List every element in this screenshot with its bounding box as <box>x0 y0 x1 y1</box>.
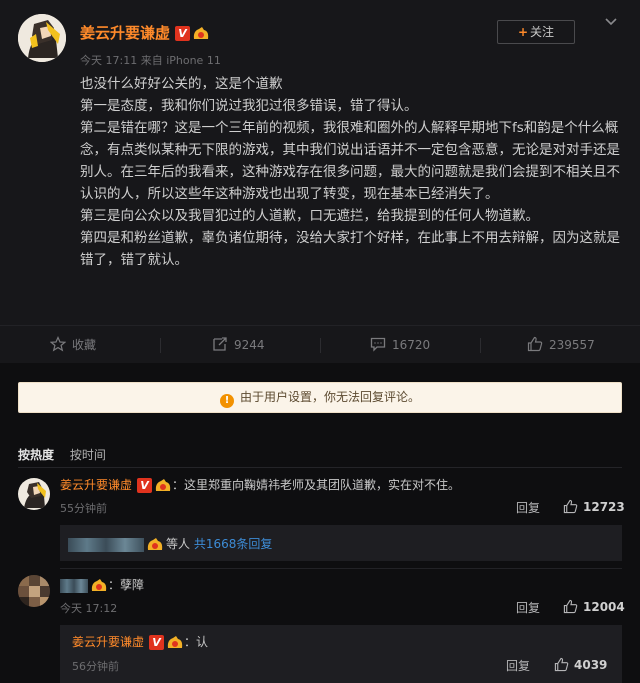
favorite-button[interactable]: 收藏 <box>49 326 97 364</box>
divider <box>18 467 622 468</box>
chevron-down-icon[interactable] <box>604 14 618 28</box>
comment-text: ：这里郑重向鞠婧祎老师及其团队道歉，实在对不住。 <box>172 478 461 492</box>
reply-text: ：认 <box>184 635 209 649</box>
notice-text: 由于用户设置，你无法回复评论。 <box>239 390 420 404</box>
view-replies-link[interactable]: 共1668条回复 <box>194 537 273 551</box>
thumbs-up-icon <box>554 657 569 672</box>
comment-count: 16720 <box>392 338 431 352</box>
reply-time: 56分钟前 <box>72 660 119 673</box>
fan-medal-icon <box>91 579 107 591</box>
comment-like-button[interactable]: 12004 <box>563 599 625 614</box>
comment-like-button[interactable]: 12723 <box>563 499 625 514</box>
fan-medal-icon <box>155 479 171 491</box>
comment-time: 55分钟前 <box>60 502 107 515</box>
plus-icon: + <box>517 25 529 39</box>
comment-like-count: 12004 <box>583 600 625 614</box>
divider <box>480 338 481 353</box>
reply-button[interactable]: 回复 <box>506 657 530 674</box>
repost-icon <box>213 337 227 351</box>
reply-summary-text: 等人 共1668条回复 <box>68 535 272 552</box>
comment-sort-tabs: 按热度 按时间 <box>18 446 118 463</box>
others-label: 等人 <box>166 537 191 551</box>
star-icon <box>49 336 67 352</box>
comment-like-count: 12723 <box>583 500 625 514</box>
author-name-text[interactable]: 姜云升要谦虚 <box>80 24 170 42</box>
post-paragraph: 第一是态度，我和你们说过我犯过很多错误，错了得认。 <box>80 98 418 114</box>
comment-body: 姜云升要谦虚 V ：这里郑重向鞠婧祎老师及其团队道歉，实在对不住。 <box>60 476 460 493</box>
post-paragraph: 也没什么好好公关的，这是个道歉 <box>80 76 283 92</box>
author-avatar[interactable] <box>18 14 66 62</box>
fan-medal-icon <box>167 636 183 648</box>
commenter-avatar[interactable] <box>18 478 50 510</box>
post-paragraph: 第二是错在哪？这是一个三年前的视频，我很难和圈外的人解释早期地下fs和韵是个什么… <box>80 120 620 202</box>
post-paragraph: 第四是和粉丝道歉，辜负诸位期待，没给大家打个好样，在此事上不用去辩解，因为这就是… <box>80 230 620 268</box>
divider <box>320 338 321 353</box>
reply-like-button[interactable]: 4039 <box>554 657 607 672</box>
follow-label: 关注 <box>530 25 555 39</box>
thumbs-up-icon <box>563 499 578 514</box>
like-button[interactable]: 239557 <box>527 326 595 364</box>
post-action-bar: 收藏 9244 16720 239557 <box>0 325 640 363</box>
divider <box>160 338 161 353</box>
post-paragraph: 第三是向公众以及我冒犯过的人道歉，口无遮拦，给我提到的任何人物道歉。 <box>80 208 539 224</box>
replier-name[interactable]: 姜云升要谦虚 <box>72 635 144 649</box>
reply-like-count: 4039 <box>574 658 608 672</box>
blurred-username <box>68 537 144 552</box>
fan-medal-icon <box>193 27 209 39</box>
tab-sort-time[interactable]: 按时间 <box>70 448 106 462</box>
thumbs-up-icon <box>563 599 578 614</box>
verified-badge-icon: V <box>149 635 165 650</box>
repost-button[interactable]: 9244 <box>212 326 265 364</box>
like-count: 239557 <box>549 338 595 352</box>
reply-disabled-notice: ! 由于用户设置，你无法回复评论。 <box>18 382 622 413</box>
reply-button[interactable]: 回复 <box>516 599 540 616</box>
post-meta: 今天 17:11 来自 iPhone 11 <box>80 54 221 67</box>
comment-button[interactable]: 16720 <box>370 326 430 364</box>
post-body: 也没什么好好公关的，这是个道歉 第一是态度，我和你们说过我犯过很多错误，错了得认… <box>80 73 620 271</box>
comment-text: ：孽障 <box>108 578 145 592</box>
comment-body: ：孽障 <box>60 576 144 593</box>
reply-summary[interactable]: 等人 共1668条回复 <box>60 525 622 561</box>
repost-count: 9244 <box>234 338 265 352</box>
thumbs-up-icon <box>527 336 543 352</box>
favorite-label: 收藏 <box>72 338 97 352</box>
comment-time: 今天 17:12 <box>60 602 118 615</box>
weibo-post-card: 姜云升要谦虚 V 今天 17:11 来自 iPhone 11 + 关注 也没什么好好… <box>0 0 640 325</box>
tab-sort-hot[interactable]: 按热度 <box>18 448 54 462</box>
commenter-avatar[interactable] <box>18 575 50 607</box>
author-name[interactable]: 姜云升要谦虚 V <box>80 22 210 43</box>
fan-medal-icon <box>147 538 163 550</box>
verified-badge-icon: V <box>175 26 191 41</box>
follow-button[interactable]: + 关注 <box>497 20 575 44</box>
comment-icon <box>370 337 386 352</box>
warning-icon: ! <box>219 394 234 408</box>
reply-button[interactable]: 回复 <box>516 499 540 516</box>
commenter-name[interactable]: 姜云升要谦虚 <box>60 478 132 492</box>
verified-badge-icon: V <box>137 478 153 493</box>
nested-reply: 姜云升要谦虚 V ：认 56分钟前 回复 4039 <box>60 625 622 683</box>
reply-body: 姜云升要谦虚 V ：认 <box>72 633 208 650</box>
blurred-username[interactable] <box>60 578 88 593</box>
divider <box>60 568 622 569</box>
